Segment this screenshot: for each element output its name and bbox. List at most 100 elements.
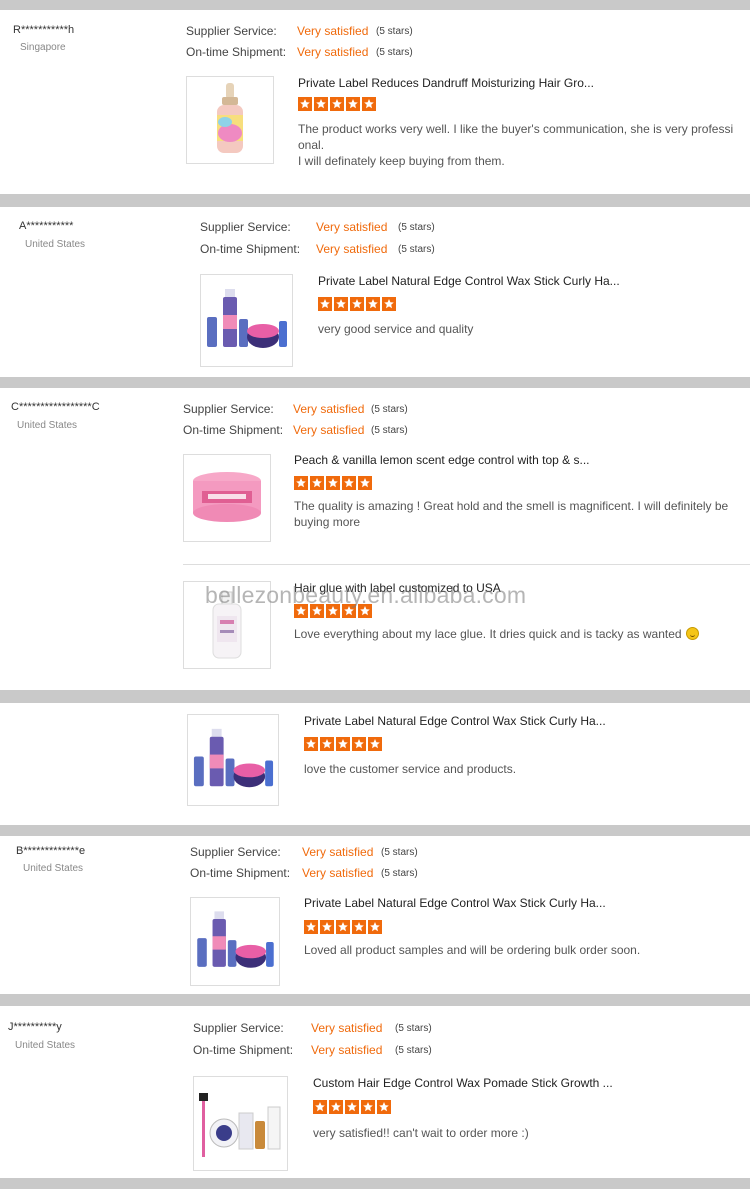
supplier-service-label: Supplier Service:: [186, 24, 277, 38]
review-text: Love everything about my lace glue. It d…: [294, 626, 699, 642]
star-icon: [329, 1100, 343, 1114]
star-icon: [320, 920, 334, 934]
supplier-service-label: Supplier Service:: [200, 220, 291, 234]
watermark-text: bellezonbeauty.en.alibaba.com: [205, 582, 527, 608]
star-rating: [313, 1100, 391, 1114]
review-card: C*****************C United States Suppli…: [0, 388, 750, 690]
star-icon: [345, 1100, 359, 1114]
star-icon: [334, 297, 348, 311]
star-icon: [336, 920, 350, 934]
review-text: love the customer service and products.: [304, 762, 517, 776]
supplier-service-stars: (5 stars): [371, 404, 408, 415]
reviewer-country: United States: [17, 420, 78, 431]
review-card: B*************e United States Supplier S…: [0, 836, 750, 994]
supplier-service-value: Very satisfied: [293, 402, 365, 416]
star-icon: [326, 476, 340, 490]
product-thumbnail[interactable]: [193, 1076, 288, 1171]
review-card: A*********** United States Supplier Serv…: [0, 207, 750, 377]
shipment-stars: (5 stars): [371, 425, 408, 436]
shipment-stars: (5 stars): [398, 244, 435, 255]
supplier-service-value: Very satisfied: [311, 1021, 383, 1035]
star-icon: [342, 476, 356, 490]
product-thumbnail[interactable]: [187, 714, 279, 806]
smile-emoji-icon: [685, 627, 699, 640]
star-icon: [314, 97, 328, 111]
star-icon: [298, 97, 312, 111]
edge-control-set-image: [197, 911, 274, 968]
edge-control-set-image: [207, 289, 287, 348]
star-rating: [298, 97, 376, 111]
star-icon: [304, 920, 318, 934]
star-icon: [310, 476, 324, 490]
star-rating: [304, 920, 382, 934]
supplier-service-value: Very satisfied: [302, 845, 374, 859]
star-icon: [352, 920, 366, 934]
reviewer-country: United States: [15, 1040, 76, 1051]
review-text-line: The quality is amazing ! Great hold and …: [294, 499, 729, 513]
shipment-value: Very satisfied: [311, 1043, 383, 1057]
star-icon: [350, 297, 364, 311]
star-icon: [304, 737, 318, 751]
supplier-service-label: Supplier Service:: [190, 845, 281, 859]
star-icon: [346, 97, 360, 111]
product-title-link[interactable]: Private Label Reduces Dandruff Moisturiz…: [298, 76, 594, 90]
product-thumbnail[interactable]: [186, 76, 274, 164]
product-thumbnail[interactable]: [200, 274, 293, 367]
product-title-link[interactable]: Peach & vanilla lemon scent edge control…: [294, 453, 590, 467]
star-icon: [313, 1100, 327, 1114]
serum-bottle-image: [217, 83, 243, 153]
star-icon: [361, 1100, 375, 1114]
review-text: very good service and quality: [318, 322, 474, 336]
star-icon: [377, 1100, 391, 1114]
star-icon: [368, 737, 382, 751]
star-icon: [318, 297, 332, 311]
pomade-kit-image: [199, 1093, 281, 1157]
review-card: J**********y United States Supplier Serv…: [0, 1006, 750, 1178]
reviewer-name: J**********y: [8, 1021, 62, 1033]
product-title-link[interactable]: Private Label Natural Edge Control Wax S…: [304, 714, 606, 728]
product-title-link[interactable]: Private Label Natural Edge Control Wax S…: [304, 896, 606, 910]
review-text-line: I will definately keep buying from them.: [298, 154, 505, 168]
shipment-stars: (5 stars): [381, 868, 418, 879]
shipment-label: On-time Shipment:: [190, 866, 291, 880]
star-rating: [318, 297, 396, 311]
star-icon: [358, 476, 372, 490]
shipment-label: On-time Shipment:: [183, 423, 284, 437]
review-card: R***********h Singapore Supplier Service…: [0, 10, 750, 194]
supplier-service-label: Supplier Service:: [193, 1021, 284, 1035]
review-text-line: buying more: [294, 515, 361, 529]
star-icon: [352, 737, 366, 751]
product-title-link[interactable]: Private Label Natural Edge Control Wax S…: [318, 274, 620, 288]
review-card: Private Label Natural Edge Control Wax S…: [0, 703, 750, 825]
supplier-service-stars: (5 stars): [376, 26, 413, 37]
supplier-service-stars: (5 stars): [381, 847, 418, 858]
product-thumbnail[interactable]: [183, 454, 271, 542]
shipment-value: Very satisfied: [297, 45, 369, 59]
star-icon: [362, 97, 376, 111]
shipment-label: On-time Shipment:: [200, 242, 301, 256]
star-icon: [382, 297, 396, 311]
reviewer-country: Singapore: [20, 42, 66, 53]
review-text-line: The product works very well. I like the …: [298, 122, 734, 136]
review-text-line: Love everything about my lace glue. It d…: [294, 627, 682, 641]
product-title-link[interactable]: Custom Hair Edge Control Wax Pomade Stic…: [313, 1076, 613, 1090]
star-rating: [294, 476, 372, 490]
star-icon: [336, 737, 350, 751]
supplier-service-value: Very satisfied: [316, 220, 388, 234]
item-divider: [183, 564, 750, 565]
reviewer-name: B*************e: [16, 845, 86, 857]
review-text: Loved all product samples and will be or…: [304, 943, 641, 957]
star-icon: [368, 920, 382, 934]
reviewer-name: C*****************C: [11, 401, 100, 413]
star-icon: [366, 297, 380, 311]
reviewer-country: United States: [23, 863, 84, 874]
shipment-value: Very satisfied: [316, 242, 388, 256]
star-icon: [294, 476, 308, 490]
shipment-stars: (5 stars): [395, 1045, 432, 1056]
pink-jar-image: [193, 472, 261, 522]
shipment-label: On-time Shipment:: [193, 1043, 294, 1057]
star-icon: [330, 97, 344, 111]
product-thumbnail[interactable]: [190, 897, 280, 986]
star-icon: [320, 737, 334, 751]
supplier-service-label: Supplier Service:: [183, 402, 274, 416]
